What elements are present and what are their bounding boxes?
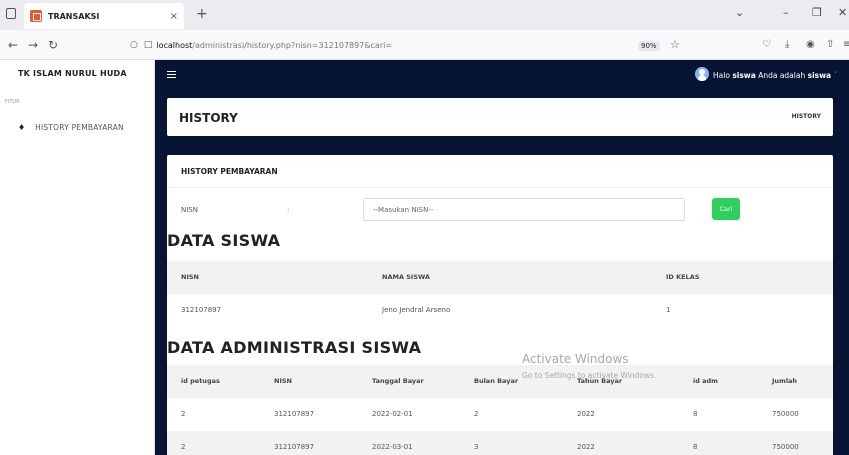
tab-list-icon[interactable] bbox=[6, 8, 16, 19]
column-header: ID KELAS bbox=[666, 273, 700, 281]
table-cell: 2022-02-01 bbox=[372, 410, 413, 418]
avatar[interactable] bbox=[695, 67, 709, 81]
table-cell: 2022 bbox=[577, 410, 595, 418]
table-cell: 2 bbox=[474, 410, 479, 418]
minimize-icon[interactable]: – bbox=[783, 6, 789, 19]
table-cell: 1 bbox=[666, 306, 671, 314]
table-cell: 312107897 bbox=[181, 306, 222, 314]
greeting-prefix: Halo bbox=[713, 71, 730, 80]
column-header: id adm bbox=[693, 377, 718, 385]
table-cell: 3 bbox=[474, 443, 479, 451]
greeting-role: siswa bbox=[807, 71, 832, 80]
column-header: NISN bbox=[274, 377, 292, 385]
column-header: NAMA SISWA bbox=[382, 273, 430, 281]
user-greeting[interactable]: Halo siswa Anda adalah siswa ˙ bbox=[713, 71, 837, 80]
column-header: NISN bbox=[181, 273, 199, 281]
column-header: Bulan Bayar bbox=[474, 377, 519, 385]
extensions-icon[interactable]: ⇧ bbox=[826, 39, 834, 50]
table-row: 2 312107897 2022-02-01 2 2022 8 750000 bbox=[167, 398, 833, 431]
cari-button[interactable]: Cari bbox=[712, 198, 740, 220]
url-text: localhost/administrasi/history.php?nisn=… bbox=[156, 40, 393, 50]
menu-icon[interactable]: ≡ bbox=[843, 39, 849, 50]
table-row: 312107897 Jeno Jendral Arseno 1 bbox=[167, 294, 833, 327]
table-cell: 750000 bbox=[772, 410, 799, 418]
card-title: HISTORY PEMBAYARAN bbox=[181, 167, 278, 176]
sidebar: TK ISLAM NURUL HUDA FITUR ♦ HISTORY PEMB… bbox=[0, 60, 155, 455]
nisn-input[interactable] bbox=[363, 198, 685, 221]
main-content: Halo siswa Anda adalah siswa ˙ HISTORY H… bbox=[155, 60, 849, 455]
page-header-card: HISTORY HISTORY bbox=[167, 98, 833, 136]
url-bar[interactable]: ○ □ localhost/administrasi/history.php?n… bbox=[130, 34, 660, 56]
brand-title: TK ISLAM NURUL HUDA bbox=[18, 69, 127, 78]
table-cell: 312107897 bbox=[274, 410, 315, 418]
new-tab-icon[interactable]: + bbox=[196, 6, 208, 22]
hamburger-menu-icon[interactable] bbox=[167, 71, 176, 78]
browser-navbar: ← → ↻ ○ □ localhost/administrasi/history… bbox=[0, 30, 849, 60]
chevron-down-icon[interactable]: ⌄ bbox=[735, 6, 744, 19]
nisn-colon: : bbox=[287, 206, 290, 214]
bullet-icon: ♦ bbox=[18, 123, 26, 132]
topbar: Halo siswa Anda adalah siswa ˙ bbox=[155, 60, 849, 90]
column-header: id petugas bbox=[181, 377, 220, 385]
sidebar-item-label: HISTORY PEMBAYARAN bbox=[35, 123, 124, 132]
history-card: HISTORY PEMBAYARAN NISN : Cari DATA SISW… bbox=[167, 155, 833, 455]
back-icon[interactable]: ← bbox=[8, 38, 18, 52]
table-cell: 2022-03-01 bbox=[372, 443, 413, 451]
tab-close-icon[interactable]: × bbox=[170, 11, 178, 22]
page-title: HISTORY bbox=[179, 111, 238, 125]
data-admin-title: DATA ADMINISTRASI SISWA bbox=[167, 338, 422, 357]
greeting-mid: Anda adalah bbox=[758, 71, 806, 80]
forward-icon[interactable]: → bbox=[28, 38, 38, 52]
activation-watermark-subtitle: Go to Settings to activate Windows. bbox=[522, 371, 657, 380]
data-siswa-header: NISN NAMA SISWA ID KELAS bbox=[167, 261, 833, 294]
breadcrumb[interactable]: HISTORY bbox=[792, 113, 821, 120]
table-cell: 8 bbox=[693, 443, 698, 451]
browser-tabstrip: TRANSAKSI × + ⌄ – ❐ ✕ bbox=[0, 0, 849, 30]
column-header: Jumlah bbox=[772, 377, 798, 385]
table-cell: 312107897 bbox=[274, 443, 315, 451]
data-admin-header: id petugas NISN Tanggal Bayar Bulan Baya… bbox=[167, 365, 833, 398]
table-cell: 750000 bbox=[772, 443, 799, 451]
activation-watermark-title: Activate Windows bbox=[522, 352, 629, 366]
nisn-label: NISN bbox=[181, 206, 198, 214]
table-cell: Jeno Jendral Arseno bbox=[382, 306, 451, 314]
table-cell: 2022 bbox=[577, 443, 595, 451]
card-divider bbox=[167, 187, 833, 188]
column-header: Tanggal Bayar bbox=[372, 377, 424, 385]
shield-icon: ○ bbox=[130, 40, 138, 50]
sidebar-item-history-pembayaran[interactable]: ♦ HISTORY PEMBAYARAN bbox=[18, 123, 124, 132]
browser-tab[interactable]: TRANSAKSI × bbox=[24, 3, 184, 29]
restore-icon[interactable]: ❐ bbox=[812, 6, 822, 19]
account-icon[interactable]: ◉ bbox=[806, 39, 815, 50]
table-cell: 2 bbox=[181, 443, 186, 451]
table-cell: 8 bbox=[693, 410, 698, 418]
sidebar-section-label: FITUR bbox=[5, 99, 20, 105]
data-siswa-title: DATA SISWA bbox=[167, 231, 281, 250]
greeting-user: siswa bbox=[732, 71, 756, 80]
favicon-icon bbox=[30, 10, 42, 22]
table-row: 2 312107897 2022-03-01 3 2022 8 750000 bbox=[167, 431, 833, 455]
page-icon: □ bbox=[143, 40, 153, 50]
tab-title: TRANSAKSI bbox=[48, 11, 100, 21]
zoom-level[interactable]: 90% bbox=[638, 41, 660, 51]
close-window-icon[interactable]: ✕ bbox=[838, 6, 847, 19]
reload-icon[interactable]: ↻ bbox=[48, 38, 58, 52]
pocket-icon[interactable]: ♡ bbox=[762, 39, 771, 50]
table-cell: 2 bbox=[181, 410, 186, 418]
download-icon[interactable]: ⤓ bbox=[785, 39, 789, 50]
caret-down-icon: ˙ bbox=[833, 71, 838, 80]
bookmark-star-icon[interactable]: ☆ bbox=[670, 38, 680, 51]
